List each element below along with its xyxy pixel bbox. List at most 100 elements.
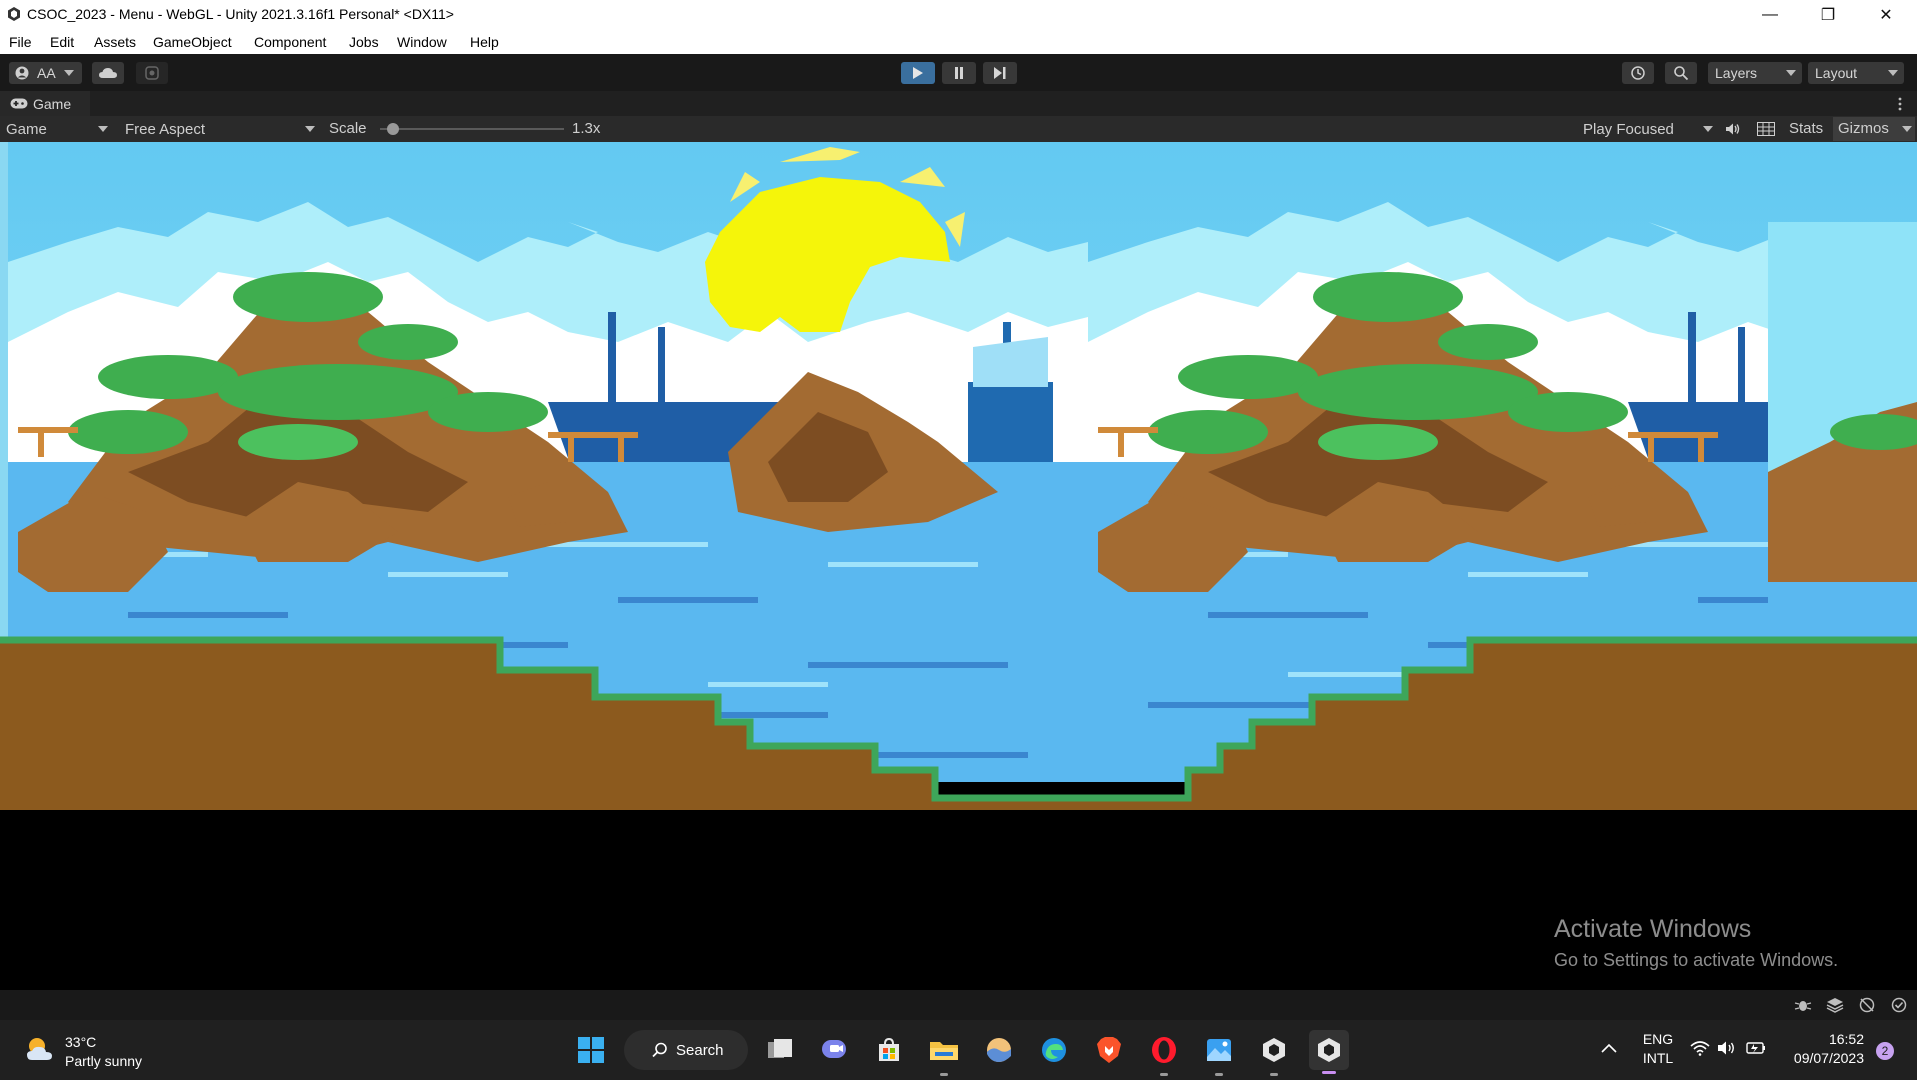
pause-button[interactable] (942, 62, 976, 84)
language-indicator[interactable]: ENG INTL (1636, 1030, 1680, 1070)
start-button[interactable] (571, 1030, 611, 1070)
display-dropdown[interactable]: Game (6, 118, 110, 140)
menu-help[interactable]: Help (470, 34, 499, 50)
menu-edit[interactable]: Edit (50, 34, 74, 50)
chevron-down-icon (1703, 126, 1713, 132)
game-view-controls: Game Free Aspect Scale 1.3x Play Focused… (0, 116, 1917, 142)
volume-icon[interactable] (1717, 1040, 1737, 1056)
weather-app-button[interactable] (979, 1030, 1019, 1070)
store-button[interactable] (869, 1030, 909, 1070)
cloud-button[interactable] (92, 62, 124, 84)
clock-date: 09/07/2023 (1793, 1050, 1864, 1066)
menu-component[interactable]: Component (254, 34, 326, 50)
chevron-down-icon (98, 126, 108, 132)
teams-chat-button[interactable] (814, 1030, 854, 1070)
menu-gameobject[interactable]: GameObject (153, 34, 232, 50)
bug-icon[interactable] (1794, 997, 1812, 1013)
tab-game[interactable]: Game (0, 91, 90, 116)
scale-slider-thumb[interactable] (386, 123, 399, 135)
chevron-up-icon[interactable] (1601, 1043, 1617, 1053)
collab-button[interactable] (136, 62, 168, 84)
game-viewport[interactable]: Activate Windows Go to Settings to activ… (0, 142, 1917, 990)
layout-label: Layout (1815, 65, 1858, 81)
chat-icon (822, 1040, 846, 1058)
language-line-2: INTL (1642, 1050, 1674, 1066)
gizmos-dropdown[interactable]: Gizmos (1833, 117, 1915, 141)
window-title: CSOC_2023 - Menu - WebGL - Unity 2021.3.… (27, 6, 454, 22)
gizmos-label: Gizmos (1838, 120, 1889, 137)
weather-temp: 33°C (65, 1034, 97, 1050)
chevron-down-icon (1888, 70, 1898, 76)
main-toolbar: AA Layers Layout (0, 54, 1917, 91)
history-icon (1631, 66, 1645, 80)
notification-badge[interactable]: 2 (1876, 1042, 1894, 1060)
weather-widget[interactable]: 33°C Partly sunny (18, 1032, 188, 1072)
search-button[interactable] (1665, 62, 1697, 84)
chevron-down-icon (305, 126, 315, 132)
wifi-icon[interactable] (1690, 1040, 1710, 1056)
unity-hub-button[interactable] (1254, 1030, 1294, 1076)
layers-dropdown[interactable]: Layers (1708, 62, 1802, 84)
play-button[interactable] (901, 62, 935, 84)
task-view-button[interactable] (760, 1030, 800, 1070)
notification-count: 2 (1881, 1044, 1889, 1058)
close-button[interactable]: ✕ (1863, 0, 1909, 30)
search-icon (652, 1042, 667, 1058)
step-button[interactable] (983, 62, 1017, 84)
running-indicator (1215, 1073, 1223, 1076)
account-label: AA (37, 65, 56, 81)
stats-button[interactable]: Stats (1789, 120, 1823, 137)
photos-app-button[interactable] (1199, 1030, 1239, 1076)
battery-charging-icon[interactable] (1744, 1040, 1766, 1056)
play-mode-label: Play Focused (1583, 120, 1674, 138)
running-indicator (1270, 1073, 1278, 1076)
clock[interactable]: 16:52 09/07/2023 (1780, 1030, 1864, 1070)
grid-icon[interactable] (1757, 122, 1775, 136)
restore-button[interactable]: ❐ (1805, 0, 1851, 30)
account-dropdown[interactable]: AA (9, 62, 82, 84)
cloud-icon (99, 68, 117, 78)
unity-editor-button[interactable] (1309, 1030, 1349, 1074)
minimize-button[interactable]: — (1747, 0, 1793, 30)
activate-windows-subtitle: Go to Settings to activate Windows. (1554, 950, 1839, 970)
edge-button[interactable] (1034, 1030, 1074, 1070)
collab-icon (145, 66, 159, 80)
layers-stack-icon[interactable] (1826, 997, 1844, 1013)
account-icon (15, 66, 29, 80)
menu-file[interactable]: File (9, 34, 32, 50)
aspect-dropdown[interactable]: Free Aspect (125, 118, 315, 140)
weather-desc: Partly sunny (65, 1053, 143, 1069)
edge-icon (1042, 1038, 1066, 1062)
opera-button[interactable] (1144, 1030, 1184, 1076)
layout-dropdown[interactable]: Layout (1808, 62, 1904, 84)
file-explorer-button[interactable] (924, 1030, 964, 1076)
unity-icon (1263, 1038, 1285, 1062)
unity-logo-icon (8, 7, 20, 21)
history-button[interactable] (1622, 62, 1654, 84)
windows-logo-icon (578, 1037, 604, 1063)
clock-time: 16:52 (1828, 1031, 1864, 1047)
menu-bar: File Edit Assets GameObject Component Jo… (0, 30, 1917, 54)
task-view-icon (768, 1039, 792, 1058)
scale-label: Scale (329, 120, 367, 137)
menu-assets[interactable]: Assets (94, 34, 136, 50)
taskbar-search-label: Search (676, 1041, 724, 1059)
step-icon (994, 67, 1006, 79)
language-line-1: ENG (1642, 1031, 1674, 1047)
brave-icon (1097, 1037, 1121, 1063)
menu-jobs[interactable]: Jobs (349, 34, 379, 50)
menu-window[interactable]: Window (397, 34, 447, 50)
layers-label: Layers (1715, 65, 1758, 81)
scale-slider[interactable] (380, 123, 564, 135)
brave-button[interactable] (1089, 1030, 1129, 1070)
cache-server-icon[interactable] (1858, 997, 1876, 1013)
check-circle-icon[interactable] (1890, 997, 1908, 1013)
play-mode-dropdown[interactable]: Play Focused (1583, 118, 1713, 140)
search-icon (1674, 66, 1689, 81)
partly-sunny-icon (27, 1038, 52, 1060)
more-options-icon[interactable] (1897, 97, 1903, 111)
folder-icon (930, 1042, 958, 1060)
taskbar-search[interactable]: Search (624, 1030, 748, 1070)
speaker-icon[interactable] (1725, 122, 1741, 136)
unity-icon (1318, 1038, 1340, 1062)
